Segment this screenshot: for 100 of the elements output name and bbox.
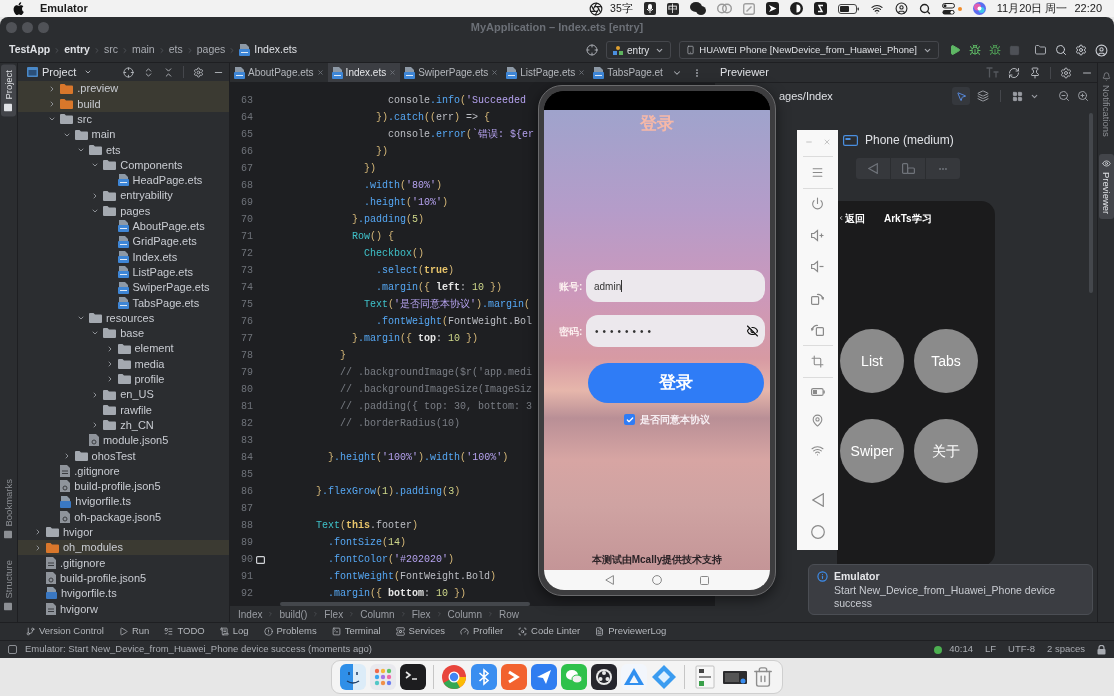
orb-icon[interactable] [972,2,986,15]
bell-icon[interactable] [1101,72,1111,81]
chat-bubbles-icon[interactable] [689,2,706,15]
tool-window-button[interactable]: Profiler [460,624,504,639]
breadcrumb-item[interactable]: Column [447,606,482,622]
grid-icon[interactable] [1012,90,1023,102]
chevron-down-icon[interactable] [91,207,100,215]
tree-item[interactable]: profile [105,371,165,387]
aperture-icon[interactable] [589,1,604,16]
bookmark-icon[interactable] [255,555,265,564]
account-field[interactable]: admin [586,270,765,302]
tree-item[interactable]: main [62,126,116,143]
password-field[interactable]: •••••••• [586,315,765,347]
menu-bar-date[interactable]: 11月20日 周一 [996,0,1068,17]
breadcrumb-item[interactable]: Flex [324,606,344,622]
bug-icon[interactable] [989,44,1001,56]
tree-item[interactable]: en_US [91,386,154,403]
editor-tab[interactable]: SwiperPage.ets [400,63,503,82]
module-dropdown[interactable]: entry [606,41,672,59]
chevron-right-icon[interactable] [34,528,42,537]
crosshair-icon[interactable] [123,66,134,78]
back-link[interactable]: 返回 [845,210,865,226]
tree-item[interactable]: Index.ets [105,249,178,265]
close-icon[interactable] [316,69,324,76]
folder-icon[interactable] [1034,44,1047,56]
play-icon[interactable] [949,44,961,56]
tree-item[interactable]: SwiperPage.ets [105,279,210,296]
editor-tab[interactable]: Index.ets [327,63,401,82]
search-icon[interactable] [1055,44,1067,56]
chat-tile-icon[interactable] [561,664,587,690]
tree-item[interactable]: TabsPage.ets [105,295,200,311]
tree-item[interactable]: build [48,96,101,112]
volume-down-icon[interactable] [811,260,824,273]
app-menu[interactable]: Emulator [40,0,88,17]
tool-window-button[interactable]: PreviewerLog [595,624,667,639]
square-icon[interactable] [742,2,755,15]
settings-icon[interactable] [1060,66,1072,79]
breadcrumb-item[interactable]: Index [238,606,263,622]
settings-icon[interactable] [193,66,204,78]
tool-window-button[interactable]: Run [118,624,150,639]
horizontal-scrollbar[interactable] [280,601,530,606]
breadcrumb-item[interactable]: pages [196,42,226,58]
tree-item[interactable]: resources [76,310,155,326]
tool-window-button[interactable]: Problems [263,624,317,639]
tool-window-button[interactable]: Services [395,624,445,639]
menu-icon[interactable] [811,166,824,179]
tool-window-tab[interactable]: Structure [1,555,16,616]
tree-item[interactable]: hvigorfile.ts [34,585,117,602]
tool-window-button[interactable]: TODO [164,624,205,639]
home-icon[interactable] [810,525,825,539]
bug-icon[interactable] [969,44,981,56]
input-method-indicator[interactable]: 中 [666,2,679,15]
eye-off-icon[interactable] [746,325,759,337]
rotate-right-icon[interactable] [811,323,824,336]
breadcrumb-item[interactable]: main [131,42,155,58]
line-separator[interactable]: LF [984,642,997,657]
file-encoding[interactable]: UTF-8 [1008,642,1035,657]
wifi-icon[interactable] [869,2,884,15]
pin-icon[interactable] [1029,66,1041,79]
eye-icon[interactable] [1101,158,1111,168]
tree-item[interactable]: rawfile [91,402,152,418]
paper-plane-tile-icon[interactable] [531,664,557,690]
tree-item[interactable]: module.json5 [76,432,169,449]
zoom-in-icon[interactable] [1077,90,1089,102]
recent-apps-icon[interactable] [700,575,709,585]
tree-item[interactable]: hvigor [34,524,93,540]
tool-window-button[interactable]: Code Linter [518,624,581,639]
tool-window-button[interactable]: Log [219,624,249,639]
layers-icon[interactable] [977,90,989,102]
bluetooth-tile-icon[interactable] [471,664,497,690]
tool-window-tab[interactable]: Project [1,65,16,117]
rotate-left-icon[interactable] [811,292,824,305]
paper-plane-tile-icon[interactable] [765,2,779,15]
tree-item[interactable]: build-profile.json5 [48,478,161,494]
tool-window-tab[interactable]: Notifications [1098,67,1114,142]
tree-item[interactable]: hvigorfile.ts [48,494,131,510]
toggles-icon[interactable] [941,2,955,15]
editor-tab[interactable]: TabsPage.et [589,63,667,82]
tree-item[interactable]: .gitignore [48,463,120,479]
tree-item[interactable]: Components [91,157,183,173]
cursor-position[interactable]: 40:14 [949,642,973,657]
word-count[interactable]: 35字 [610,0,633,17]
location-icon[interactable] [811,414,824,427]
tree-item[interactable]: base [91,325,145,342]
tree-item[interactable]: GridPage.ets [105,233,197,250]
tree-item[interactable]: build-profile.json5 [34,570,147,586]
device-dropdown[interactable]: HUAWEI Phone [NewDevice_from_Huawei_Phone] [679,41,939,59]
crop-icon[interactable] [811,355,824,368]
breadcrumb-item[interactable]: src [103,42,118,58]
back-icon[interactable] [605,575,614,585]
breadcrumb-item[interactable]: Index.ets [254,42,297,58]
settings-icon[interactable] [1075,44,1087,56]
zigzag-tile-icon[interactable] [813,2,827,15]
window-thumbnail-icon[interactable] [692,664,718,690]
triangle-tile-icon[interactable] [621,664,647,690]
tool-window-button[interactable]: Version Control [26,624,104,639]
chevrons-up-down-icon[interactable] [143,66,154,78]
tool-window-tab[interactable]: Bookmarks [1,473,16,544]
tree-item[interactable]: AboutPage.ets [105,218,205,234]
tree-item[interactable]: .gitignore [34,555,106,571]
